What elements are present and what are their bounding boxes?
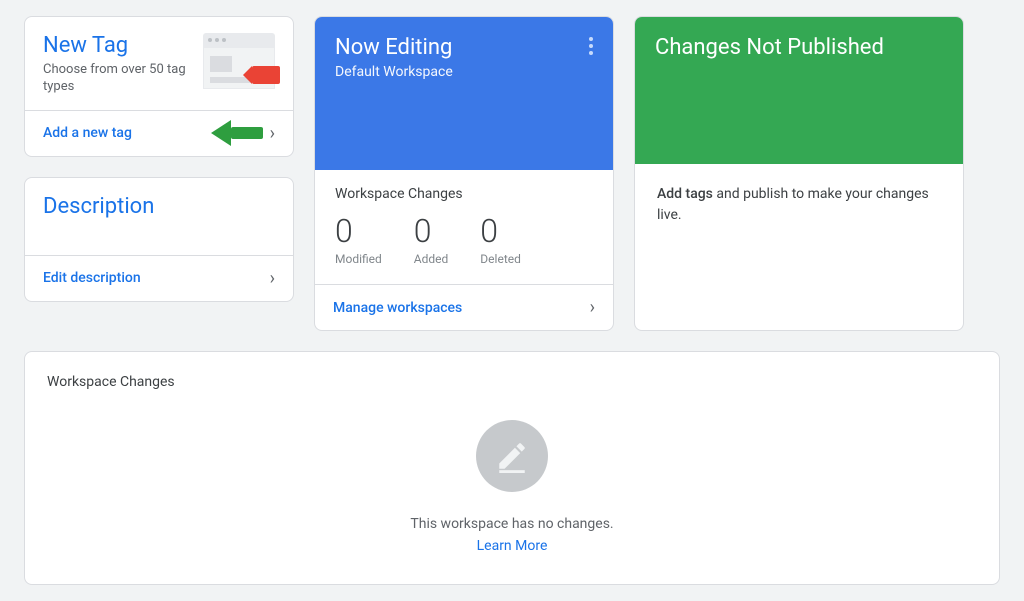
changes-not-published-body: Add tags and publish to make your change… [635,164,963,296]
edit-description-label: Edit description [43,270,141,286]
new-tag-subtitle: Choose from over 50 tag types [43,62,191,96]
add-new-tag-label: Add a new tag [43,125,132,141]
changes-not-published-title: Changes Not Published [655,35,943,60]
description-card: Description Edit description › [24,177,294,302]
metric-modified: 0 Modified [335,212,382,266]
now-editing-title: Now Editing [335,35,593,60]
add-new-tag-link[interactable]: Add a new tag › [25,110,293,156]
chevron-right-icon: › [590,297,595,318]
edit-icon [476,420,548,492]
chevron-right-icon: › [270,123,275,144]
empty-state-text: This workspace has no changes. [410,516,613,532]
metric-deleted: 0 Deleted [480,212,521,266]
manage-workspaces-label: Manage workspaces [333,300,462,316]
workspace-changes-panel: Workspace Changes This workspace has no … [24,351,1000,585]
workspace-changes-label: Workspace Changes [335,186,593,202]
now-editing-card: Now Editing Default Workspace Workspace … [314,16,614,331]
new-tag-card: New Tag Choose from over 50 tag types Ad… [24,16,294,157]
now-editing-subtitle: Default Workspace [335,64,593,80]
annotation-arrow-icon [211,120,263,146]
edit-description-link[interactable]: Edit description › [25,255,293,301]
changes-not-published-card: Changes Not Published Add tags and publi… [634,16,964,331]
chevron-right-icon: › [270,268,275,289]
metric-added: 0 Added [414,212,449,266]
manage-workspaces-link[interactable]: Manage workspaces › [315,284,613,330]
more-options-button[interactable] [583,31,599,61]
browser-tag-icon [203,33,275,89]
workspace-changes-panel-title: Workspace Changes [25,374,999,400]
learn-more-link[interactable]: Learn More [477,538,548,554]
description-title: Description [43,194,275,219]
new-tag-title: New Tag [43,33,191,58]
